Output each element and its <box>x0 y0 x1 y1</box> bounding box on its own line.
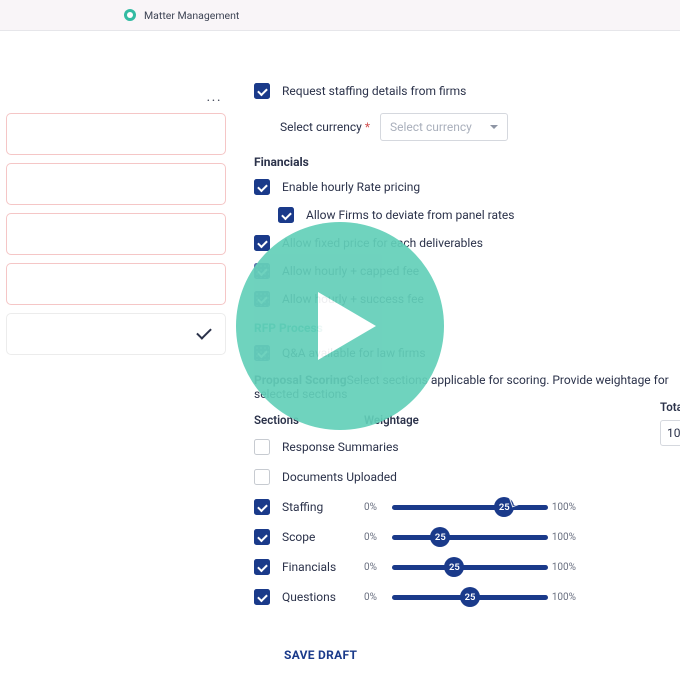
score-documents-uploaded: Documents Uploaded <box>254 465 680 489</box>
currency-select[interactable]: Select currency <box>380 113 508 141</box>
card-4[interactable] <box>6 263 226 305</box>
slider-questions-track[interactable]: 25 <box>392 595 548 600</box>
check-icon <box>196 324 212 340</box>
slider-scope-track[interactable]: 25 <box>392 535 548 540</box>
cb-documents-uploaded[interactable] <box>254 469 270 485</box>
score-scope: Scope 0% 25 100% <box>254 525 680 549</box>
save-draft-button[interactable]: SAVE DRAFT <box>284 648 357 662</box>
card-3[interactable] <box>6 213 226 255</box>
currency-label: Select currency * <box>280 120 370 134</box>
header-blank <box>0 30 680 83</box>
card-2[interactable] <box>6 163 226 205</box>
card-complete[interactable] <box>6 313 226 355</box>
score-response-summaries: Response Summaries <box>254 435 680 459</box>
total-box: Total 100 <box>660 400 680 446</box>
tab-label: Matter Management <box>144 9 239 22</box>
cb-questions[interactable] <box>254 589 270 605</box>
cb-response-summaries[interactable] <box>254 439 270 455</box>
cursor-icon <box>509 493 523 508</box>
opt-hourly-rate: Enable hourly Rate pricing <box>254 179 680 195</box>
slider-scope-thumb[interactable]: 25 <box>430 527 450 547</box>
slider-staffing: 0% 25 100% <box>364 502 576 513</box>
cb-staffing[interactable] <box>254 499 270 515</box>
score-staffing: Staffing 0% 25 100% <box>254 495 680 519</box>
chevron-down-icon <box>490 125 498 129</box>
opt-deviate-panel: Allow Firms to deviate from panel rates <box>278 207 680 223</box>
score-questions: Questions 0% 25 100% <box>254 585 680 609</box>
total-label: Total <box>660 400 680 414</box>
slider-questions-thumb[interactable]: 25 <box>460 587 480 607</box>
cb-scope[interactable] <box>254 529 270 545</box>
total-input[interactable]: 100 <box>660 420 680 446</box>
left-column: ··· <box>0 83 236 363</box>
slider-financials-thumb[interactable]: 25 <box>444 557 464 577</box>
score-financials: Financials 0% 25 100% <box>254 555 680 579</box>
currency-row: Select currency * Select currency <box>280 113 680 141</box>
request-staffing-checkbox[interactable] <box>254 83 270 99</box>
request-staffing-row: Request staffing details from firms <box>254 83 680 99</box>
slider-financials: 0% 25 100% <box>364 562 576 573</box>
cb-financials[interactable] <box>254 559 270 575</box>
cb-deviate-panel[interactable] <box>278 207 294 223</box>
slider-staffing-thumb[interactable]: 25 <box>494 497 514 517</box>
cb-fixed-price[interactable] <box>254 235 270 251</box>
tab-app-icon <box>124 9 136 21</box>
cb-hourly-rate[interactable] <box>254 179 270 195</box>
tab-strip: Matter Management <box>0 0 680 30</box>
tab-matter-management[interactable]: Matter Management <box>110 0 253 30</box>
slider-questions: 0% 25 100% <box>364 592 576 603</box>
play-icon <box>318 292 376 360</box>
currency-placeholder: Select currency <box>390 120 472 134</box>
slider-staffing-track[interactable]: 25 <box>392 505 548 510</box>
request-staffing-label: Request staffing details from firms <box>282 84 466 98</box>
financials-heading: Financials <box>254 155 680 169</box>
play-overlay-button[interactable] <box>236 222 444 430</box>
slider-financials-track[interactable]: 25 <box>392 565 548 570</box>
card-1[interactable] <box>6 113 226 155</box>
more-icon[interactable]: ··· <box>6 93 226 113</box>
slider-scope: 0% 25 100% <box>364 532 576 543</box>
